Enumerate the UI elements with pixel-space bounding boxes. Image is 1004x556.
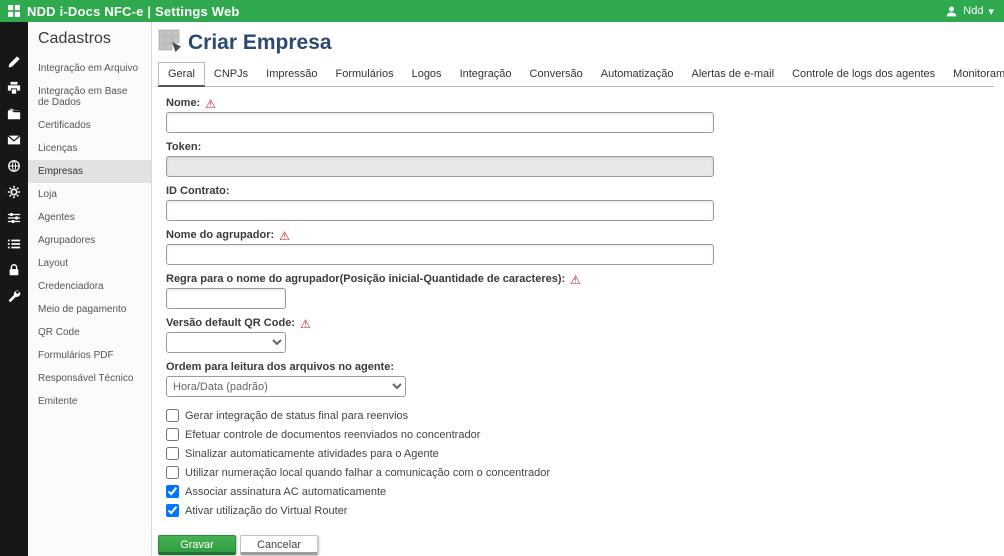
- sidebar-item-agrupadores[interactable]: Agrupadores: [28, 229, 151, 252]
- form-geral: Nome: ⚠ Token: ID Contrato:: [156, 87, 994, 555]
- nome-input[interactable]: [166, 112, 714, 133]
- tab-controle-logs-agentes[interactable]: Controle de logs dos agentes: [783, 63, 944, 86]
- warning-icon: ⚠: [205, 98, 216, 110]
- versao-qr-label: Versão default QR Code: ⚠: [166, 317, 994, 330]
- tab-monitoramento-agente[interactable]: Monitoramento do Agente: [944, 63, 1004, 86]
- sidebar-item-empresas[interactable]: Empresas: [28, 160, 151, 183]
- mail-icon[interactable]: [7, 132, 22, 147]
- tab-bar: Geral CNPJs Impressão Formulários Logos …: [156, 62, 994, 87]
- checkbox-sinalizar-atividades: Sinalizar automaticamente atividades par…: [166, 447, 994, 460]
- checkbox-efetuar-controle-reenviados: Efetuar controle de documentos reenviado…: [166, 428, 994, 441]
- field-id-contrato: ID Contrato:: [166, 185, 994, 221]
- efetuar-controle-reenviados-checkbox[interactable]: [166, 428, 179, 441]
- checkbox-gerar-integracao-status: Gerar integração de status final para re…: [166, 409, 994, 422]
- virtual-router-checkbox[interactable]: [166, 504, 179, 517]
- sidebar-item-certificados[interactable]: Certificados: [28, 114, 151, 137]
- checkbox-group: Gerar integração de status final para re…: [166, 409, 994, 517]
- main-content: Criar Empresa Geral CNPJs Impressão Form…: [152, 22, 1004, 556]
- field-token: Token:: [166, 141, 994, 177]
- id-contrato-label: ID Contrato:: [166, 185, 994, 198]
- app-window: NDD i-Docs NFC-e | Settings Web Ndd ▾: [0, 0, 1004, 556]
- pen-icon[interactable]: [7, 54, 22, 69]
- folders-icon[interactable]: [7, 106, 22, 121]
- regra-agrupador-input[interactable]: [166, 288, 286, 309]
- sidebar-item-agentes[interactable]: Agentes: [28, 206, 151, 229]
- form-actions: Gravar Cancelar: [158, 535, 994, 555]
- checkbox-numeracao-local: Utilizar numeração local quando falhar a…: [166, 466, 994, 479]
- tab-automatizacao[interactable]: Automatização: [592, 63, 683, 86]
- warning-icon: ⚠: [570, 274, 581, 286]
- sinalizar-atividades-checkbox[interactable]: [166, 447, 179, 460]
- sidebar-item-integracao-arquivo[interactable]: Integração em Arquivo: [28, 57, 151, 80]
- chevron-down-icon: ▾: [988, 5, 994, 18]
- app-grid-icon[interactable]: [8, 5, 20, 17]
- gerar-integracao-status-checkbox[interactable]: [166, 409, 179, 422]
- user-name: Ndd: [963, 5, 983, 17]
- user-menu[interactable]: Ndd ▾: [945, 5, 994, 18]
- sidebar-item-integracao-base-dados[interactable]: Integração em Base de Dados: [28, 80, 151, 114]
- checkbox-assinatura-ac: Associar assinatura AC automaticamente: [166, 485, 994, 498]
- tab-integracao[interactable]: Integração: [451, 63, 521, 86]
- versao-qr-select[interactable]: [166, 332, 286, 353]
- tab-alertas-email[interactable]: Alertas de e-mail: [683, 63, 784, 86]
- field-regra-agrupador: Regra para o nome do agrupador(Posição i…: [166, 273, 994, 309]
- nome-agrupador-label: Nome do agrupador: ⚠: [166, 229, 994, 242]
- printer-icon[interactable]: [7, 80, 22, 95]
- sidebar-item-formularios-pdf[interactable]: Formulários PDF: [28, 344, 151, 367]
- gravar-button[interactable]: Gravar: [158, 535, 236, 555]
- tab-formularios[interactable]: Formulários: [327, 63, 403, 86]
- wrench-icon[interactable]: [7, 288, 22, 303]
- app-title: NDD i-Docs NFC-e | Settings Web: [27, 4, 240, 19]
- warning-icon: ⚠: [279, 230, 290, 242]
- sidebar-item-responsavel-tecnico[interactable]: Responsável Técnico: [28, 367, 151, 390]
- tab-conversao[interactable]: Conversão: [521, 63, 592, 86]
- sidebar-cadastros: Cadastros Integração em Arquivo Integraç…: [28, 22, 152, 556]
- sidebar-item-meio-pagamento[interactable]: Meio de pagamento: [28, 298, 151, 321]
- cancelar-button[interactable]: Cancelar: [240, 535, 318, 555]
- sliders-icon[interactable]: [7, 210, 22, 225]
- tab-impressao[interactable]: Impressão: [257, 63, 326, 86]
- regra-agrupador-label: Regra para o nome do agrupador(Posição i…: [166, 273, 994, 286]
- field-ordem-leitura: Ordem para leitura dos arquivos no agent…: [166, 361, 994, 397]
- token-label: Token:: [166, 141, 994, 154]
- sidebar-item-qr-code[interactable]: QR Code: [28, 321, 151, 344]
- token-input: [166, 156, 714, 177]
- sidebar-item-licencas[interactable]: Licenças: [28, 137, 151, 160]
- numeracao-local-checkbox[interactable]: [166, 466, 179, 479]
- assinatura-ac-checkbox[interactable]: [166, 485, 179, 498]
- warning-icon: ⚠: [300, 318, 311, 330]
- nome-label: Nome: ⚠: [166, 97, 994, 110]
- sidebar-title: Cadastros: [28, 22, 151, 57]
- ordem-leitura-select[interactable]: Hora/Data (padrão): [166, 376, 406, 397]
- user-icon: [945, 5, 958, 18]
- gear-icon[interactable]: [7, 184, 22, 199]
- page-header: Criar Empresa: [156, 26, 994, 59]
- field-nome: Nome: ⚠: [166, 97, 994, 133]
- module-grid-icon: [158, 28, 182, 57]
- top-bar: NDD i-Docs NFC-e | Settings Web Ndd ▾: [0, 0, 1004, 22]
- page-title: Criar Empresa: [188, 31, 332, 55]
- sidebar-item-loja[interactable]: Loja: [28, 183, 151, 206]
- tab-logos[interactable]: Logos: [403, 63, 451, 86]
- lock-icon[interactable]: [7, 262, 22, 277]
- id-contrato-input[interactable]: [166, 200, 714, 221]
- sidebar-item-layout[interactable]: Layout: [28, 252, 151, 275]
- field-versao-qr: Versão default QR Code: ⚠: [166, 317, 994, 353]
- checkbox-virtual-router: Ativar utilização do Virtual Router: [166, 504, 994, 517]
- sidebar-item-emitente[interactable]: Emitente: [28, 390, 151, 413]
- icon-rail: [0, 22, 28, 556]
- tab-cnpjs[interactable]: CNPJs: [205, 63, 257, 86]
- globe-icon[interactable]: [7, 158, 22, 173]
- list-icon[interactable]: [7, 236, 22, 251]
- tab-geral[interactable]: Geral: [158, 62, 205, 87]
- sidebar-item-credenciadora[interactable]: Credenciadora: [28, 275, 151, 298]
- field-nome-agrupador: Nome do agrupador: ⚠: [166, 229, 994, 265]
- nome-agrupador-input[interactable]: [166, 244, 714, 265]
- ordem-leitura-label: Ordem para leitura dos arquivos no agent…: [166, 361, 994, 374]
